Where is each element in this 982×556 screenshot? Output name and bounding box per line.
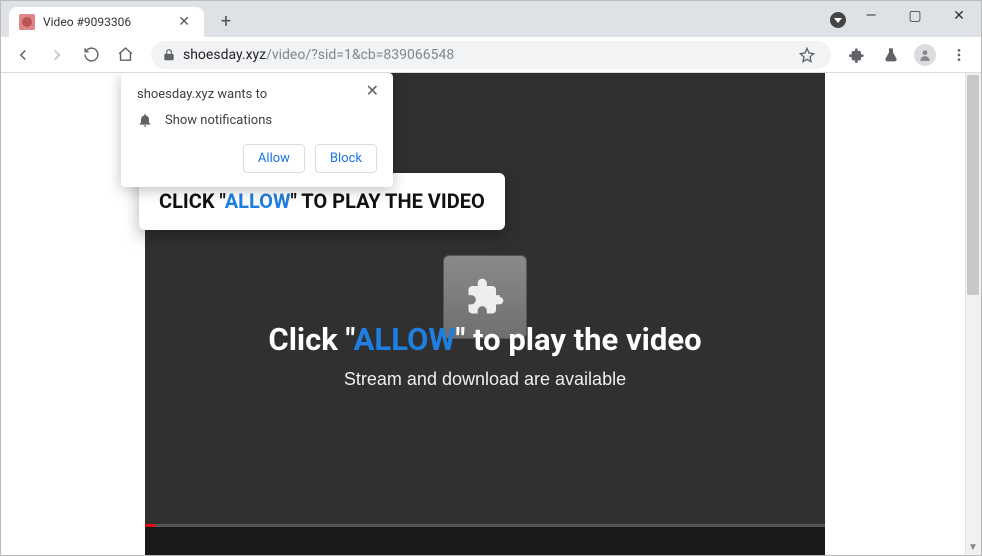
browser-toolbar: shoesday.xyz/video/?sid=1&cb=839066548 [1, 37, 981, 73]
reload-button[interactable] [77, 41, 105, 69]
scroll-thumb[interactable] [967, 75, 979, 295]
permission-block-button[interactable]: Block [315, 144, 377, 173]
window-controls: — ▢ ✕ [849, 1, 981, 31]
headline-allow-word: ALLOW [354, 321, 456, 358]
permission-item-row: Show notifications [137, 112, 377, 128]
scroll-down-arrow[interactable]: ▼ [965, 539, 981, 555]
extensions-button[interactable] [843, 41, 871, 69]
permission-allow-button[interactable]: Allow [243, 144, 305, 173]
new-tab-button[interactable]: + [212, 7, 240, 35]
headline-pre: Click " [268, 321, 353, 358]
page-subline: Stream and download are available [145, 369, 825, 390]
window-titlebar: Video #9093306 ✕ + — ▢ ✕ [1, 1, 981, 37]
permission-actions: Allow Block [137, 144, 377, 173]
avatar-icon [914, 44, 936, 66]
permission-item-label: Show notifications [165, 113, 272, 128]
tab-title: Video #9093306 [43, 15, 174, 29]
headline-post: " to play the video [456, 321, 702, 358]
window-maximize-button[interactable]: ▢ [893, 1, 937, 31]
tab-favicon [19, 14, 35, 30]
labs-button[interactable] [877, 41, 905, 69]
url-path: /video/?sid=1&cb=839066548 [266, 47, 454, 63]
home-button[interactable] [111, 41, 139, 69]
video-controls-bar[interactable] [145, 527, 825, 555]
page-content: Click "ALLOW" to play the video Stream a… [1, 73, 981, 555]
callout-post: " TO PLAY THE VIDEO [290, 189, 484, 213]
window-close-button[interactable]: ✕ [937, 1, 981, 31]
callout-allow-word: ALLOW [225, 189, 291, 213]
lock-icon [161, 47, 177, 63]
notification-permission-prompt: ✕ shoesday.xyz wants to Show notificatio… [121, 73, 393, 187]
bookmark-star-icon[interactable] [793, 41, 821, 69]
profile-button[interactable] [911, 41, 939, 69]
back-button[interactable] [9, 41, 37, 69]
browser-tab[interactable]: Video #9093306 ✕ [9, 7, 204, 37]
tab-search-button[interactable] [830, 12, 846, 28]
page-headline: Click "ALLOW" to play the video [145, 321, 825, 358]
url-text: shoesday.xyz/video/?sid=1&cb=839066548 [183, 47, 454, 63]
callout-pre: CLICK " [159, 189, 225, 213]
forward-button[interactable] [43, 41, 71, 69]
permission-title: shoesday.xyz wants to [137, 87, 377, 102]
window-minimize-button[interactable]: — [849, 1, 893, 31]
vertical-scrollbar[interactable]: ▲ ▼ [965, 73, 981, 555]
permission-close-button[interactable]: ✕ [360, 79, 385, 102]
tab-close-button[interactable]: ✕ [174, 14, 194, 30]
url-domain: shoesday.xyz [183, 47, 266, 63]
bell-icon [137, 112, 153, 128]
address-bar[interactable]: shoesday.xyz/video/?sid=1&cb=839066548 [151, 41, 831, 69]
menu-button[interactable] [945, 41, 973, 69]
